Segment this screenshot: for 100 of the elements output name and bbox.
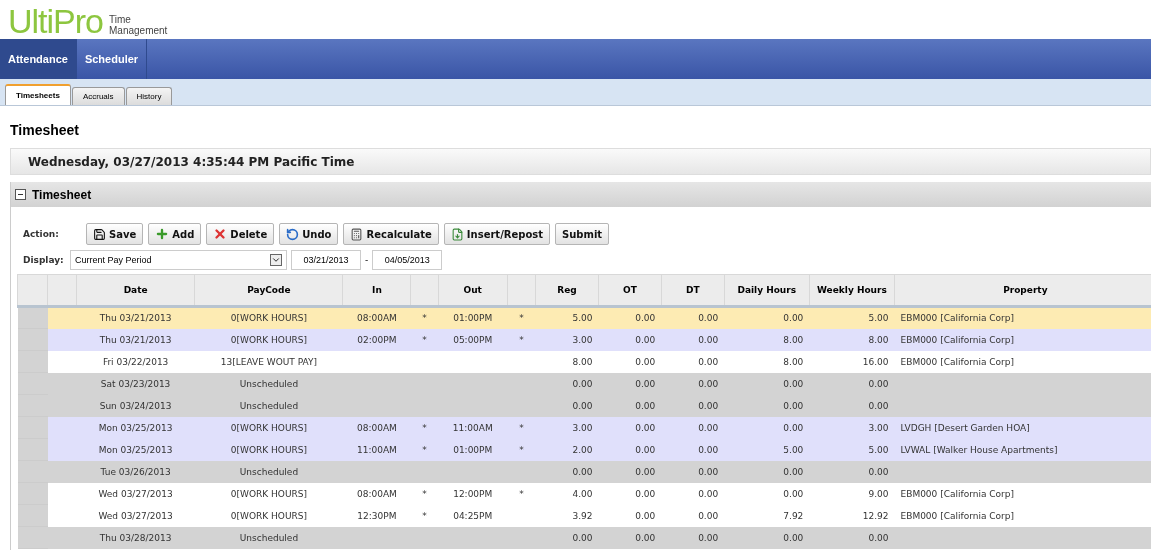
hours-cell: 16.00 [862,356,889,367]
hours-cell: 0.00 [698,532,719,543]
timesheet-row[interactable]: Thu 03/28/2013 Unscheduled 0.00 0.00 0.00 0.00 0.00 [17,526,1151,549]
hours-cell: 0.00 [698,444,719,455]
period-dropdown[interactable]: Current Pay Period [70,250,287,270]
date-cell: Fri 03/22/2013 [102,356,169,367]
time-cell: 08:00AM [357,422,397,433]
timesheet-row[interactable]: Tue 03/26/2013 Unscheduled 0.00 0.00 0.00 0.00 0.00 [17,460,1151,483]
edited-mark: * [519,313,524,324]
column-header: Weekly Hours [809,274,895,307]
timesheet-row[interactable]: Mon 03/25/2013 0[WORK HOURS] 11:00AM * 01:00PM * 2.00 0.00 0.00 5.00 5.00 LVWAL [Walker House Apartments] [17,438,1151,461]
hours-cell: 7.92 [783,510,804,521]
edited-mark: * [519,444,524,455]
date-cell: Tue 03/26/2013 [100,466,171,477]
time-cell: 08:00AM [357,488,397,499]
date-cell: Thu 03/21/2013 [99,313,172,324]
toolbar-button[interactable]: Insert/Repost [443,223,551,245]
paycode-cell: 0[WORK HOURS] [230,444,307,455]
sub-tab[interactable]: History [125,87,173,105]
hours-cell: 2.00 [572,444,593,455]
hours-cell: 3.00 [868,422,889,433]
toolbar-button[interactable]: Add [148,223,202,245]
hours-cell: 5.00 [572,313,593,324]
sub-tab[interactable]: Accruals [71,87,125,105]
start-date-field[interactable]: 03/21/2013 [291,250,361,270]
hours-cell: 0.00 [635,313,656,324]
edited-mark: * [422,444,427,455]
dropdown-caret-icon [270,254,282,266]
paycode-cell: 0[WORK HOURS] [230,488,307,499]
paycode-cell: Unscheduled [239,532,299,543]
collapse-icon[interactable] [15,189,26,200]
property-cell: EBM000 [California Corp] [900,313,1014,324]
hours-cell: 4.00 [572,488,593,499]
paycode-cell: Unscheduled [239,378,299,389]
property-cell: EBM000 [California Corp] [900,356,1014,367]
plus-icon [155,227,170,241]
hours-cell: 8.00 [868,334,889,345]
hours-cell: 5.00 [783,444,804,455]
edited-mark: * [422,422,427,433]
hours-cell: 0.00 [572,466,593,477]
toolbar-button[interactable]: Undo [279,223,339,245]
paycode-cell: 13[LEAVE WOUT PAY] [220,356,318,367]
timesheet-row[interactable]: Thu 03/21/2013 0[WORK HOURS] 08:00AM * 01:00PM * 5.00 0.00 0.00 0.00 5.00 EBM000 [California Corp] [17,306,1151,329]
timesheet-row[interactable]: Sun 03/24/2013 Unscheduled 0.00 0.00 0.00 0.00 0.00 [17,394,1151,417]
hours-cell: 0.00 [698,422,719,433]
hours-cell: 8.00 [783,334,804,345]
hours-cell: 0.00 [698,466,719,477]
property-cell: LVWAL [Walker House Apartments] [900,444,1058,455]
timesheet-row[interactable]: Wed 03/27/2013 0[WORK HOURS] 08:00AM * 12:00PM * 4.00 0.00 0.00 0.00 9.00 EBM000 [California Corp] [17,482,1151,505]
property-cell: LVDGH [Desert Garden HOA] [900,422,1030,433]
time-cell: 11:00AM [452,422,493,433]
x-icon [213,227,228,241]
hours-cell: 0.00 [783,532,804,543]
date-cell: Wed 03/27/2013 [98,488,173,499]
column-header: Date [76,274,195,307]
edited-mark: * [519,334,524,345]
hours-cell: 0.00 [635,532,656,543]
column-header: Property [894,274,1151,307]
time-cell: 11:00AM [357,444,397,455]
toolbar-button[interactable]: Submit [555,223,610,245]
hours-cell: 0.00 [783,378,804,389]
date-cell: Wed 03/27/2013 [98,510,173,521]
property-cell: EBM000 [California Corp] [900,510,1014,521]
hours-cell: 0.00 [783,488,804,499]
hours-cell: 0.00 [698,356,719,367]
section-title: Timesheet [32,187,92,202]
timesheet-row[interactable]: Sat 03/23/2013 Unscheduled 0.00 0.00 0.00 0.00 0.00 [17,372,1151,395]
paycode-cell: Unscheduled [239,400,299,411]
hours-cell: 0.00 [635,488,656,499]
hours-cell: 0.00 [698,334,719,345]
toolbar-button[interactable]: Delete [206,223,275,245]
hours-cell: 8.00 [783,356,804,367]
hours-cell: 0.00 [783,422,804,433]
toolbar-button[interactable]: Save [86,223,144,245]
paycode-cell: 0[WORK HOURS] [230,334,307,345]
edited-mark: * [519,422,524,433]
page-title: Timesheet [9,121,80,140]
hours-cell: 12.92 [862,510,889,521]
timesheet-row[interactable]: Fri 03/22/2013 13[LEAVE WOUT PAY] 8.00 0.00 0.00 8.00 16.00 EBM000 [California Corp] [17,350,1151,373]
time-cell: 01:00PM [453,444,493,455]
timesheet-row[interactable]: Thu 03/21/2013 0[WORK HOURS] 02:00PM * 05:00PM * 3.00 0.00 0.00 8.00 8.00 EBM000 [California Corp] [17,328,1151,351]
hours-cell: 0.00 [783,466,804,477]
date-cell: Mon 03/25/2013 [98,444,173,455]
paycode-cell: 0[WORK HOURS] [230,510,307,521]
column-header: DT [661,274,725,307]
hours-cell: 0.00 [698,378,719,389]
timesheet-row[interactable]: Mon 03/25/2013 0[WORK HOURS] 08:00AM * 11:00AM * 3.00 0.00 0.00 0.00 3.00 LVDGH [Desert Garden HOA] [17,416,1151,439]
sub-tab[interactable]: Timesheets [5,84,71,105]
nav-tab[interactable]: Attendance [0,39,77,79]
hours-cell: 0.00 [635,334,656,345]
end-date-field[interactable]: 04/05/2013 [372,250,443,270]
column-header: Reg [535,274,599,307]
hours-cell: 5.00 [868,444,889,455]
range-separator: - [365,255,369,265]
hours-cell: 0.00 [868,378,889,389]
toolbar-button[interactable]: Recalculate [343,223,439,245]
hours-cell: 0.00 [572,400,593,411]
edited-mark: * [422,313,427,324]
column-header: PayCode [194,274,343,307]
paycode-cell: 0[WORK HOURS] [230,313,307,324]
